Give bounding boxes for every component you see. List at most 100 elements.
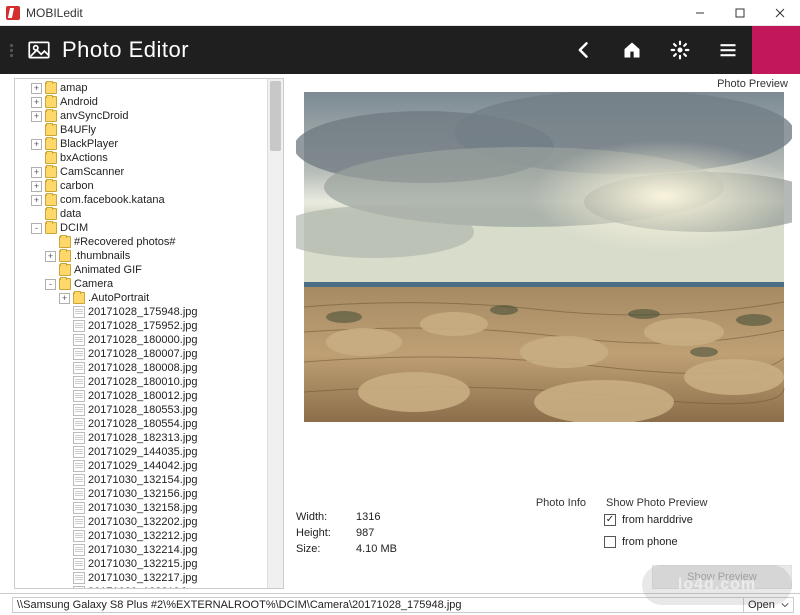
tree-label: DCIM	[60, 221, 88, 235]
file-item[interactable]: 20171028_182313.jpg	[17, 431, 267, 445]
expand-icon[interactable]: +	[31, 195, 42, 206]
expand-icon[interactable]: +	[31, 97, 42, 108]
file-icon	[73, 348, 85, 360]
preview-title: Photo Preview	[296, 78, 792, 92]
file-item[interactable]: 20171028_180008.jpg	[17, 361, 267, 375]
file-item[interactable]: 20171028_175952.jpg	[17, 319, 267, 333]
width-value: 1316	[356, 511, 380, 523]
folder-item[interactable]: + .thumbnails	[17, 249, 267, 263]
folder-item[interactable]: Animated GIF	[17, 263, 267, 277]
back-button[interactable]	[560, 26, 608, 74]
folder-item[interactable]: data	[17, 207, 267, 221]
tree-label: 20171030_132214.jpg	[88, 543, 198, 557]
settings-button[interactable]	[656, 26, 704, 74]
folder-item[interactable]: +Android	[17, 95, 267, 109]
chevron-down-icon	[781, 601, 789, 609]
file-item[interactable]: 20171028_180553.jpg	[17, 403, 267, 417]
folder-item[interactable]: + .AutoPortrait	[17, 291, 267, 305]
tree-label: .thumbnails	[74, 249, 130, 263]
file-item[interactable]: 20171028_180554.jpg	[17, 417, 267, 431]
expander-blank	[31, 153, 42, 164]
folder-icon	[45, 152, 57, 164]
folder-item[interactable]: -Camera	[17, 277, 267, 291]
folder-item[interactable]: +CamScanner	[17, 165, 267, 179]
file-item[interactable]: 20171030_132217.jpg	[17, 571, 267, 585]
file-item[interactable]: 20171028_175948.jpg	[17, 305, 267, 319]
from-phone-checkbox[interactable]: from phone	[604, 531, 792, 553]
minimize-button[interactable]	[680, 0, 720, 26]
folder-item[interactable]: #Recovered photos#	[17, 235, 267, 249]
folder-item[interactable]: +carbon	[17, 179, 267, 193]
tree-label: BlackPlayer	[60, 137, 118, 151]
file-item[interactable]: 20171030_132158.jpg	[17, 501, 267, 515]
menu-button[interactable]	[704, 26, 752, 74]
tree-label: #Recovered photos#	[74, 235, 176, 249]
file-item[interactable]: 20171030_132219.jpg	[17, 585, 267, 588]
expander-blank	[59, 419, 70, 430]
from-harddrive-checkbox[interactable]: ✓ from harddrive	[604, 509, 792, 531]
folder-icon	[59, 264, 71, 276]
file-item[interactable]: 20171030_132215.jpg	[17, 557, 267, 571]
status-path[interactable]: \\Samsung Galaxy S8 Plus #2\%EXTERNALROO…	[12, 597, 744, 613]
collapse-icon[interactable]: -	[45, 279, 56, 290]
expander-blank	[59, 363, 70, 374]
file-item[interactable]: 20171030_132202.jpg	[17, 515, 267, 529]
file-icon	[73, 320, 85, 332]
file-item[interactable]: 20171028_180010.jpg	[17, 375, 267, 389]
file-item[interactable]: 20171028_180012.jpg	[17, 389, 267, 403]
file-item[interactable]: 20171030_132212.jpg	[17, 529, 267, 543]
expander-blank	[59, 335, 70, 346]
file-item[interactable]: 20171030_132214.jpg	[17, 543, 267, 557]
folder-icon	[45, 124, 57, 136]
file-item[interactable]: 20171030_132154.jpg	[17, 473, 267, 487]
file-icon	[73, 446, 85, 458]
tree-label: .AutoPortrait	[88, 291, 149, 305]
folder-item[interactable]: + amap	[17, 81, 267, 95]
expander-blank	[59, 489, 70, 500]
height-value: 987	[356, 527, 374, 539]
folder-item[interactable]: - DCIM	[17, 221, 267, 235]
file-item[interactable]: 20171030_132156.jpg	[17, 487, 267, 501]
tree-scrollbar[interactable]	[267, 79, 283, 588]
tree-label: Animated GIF	[74, 263, 142, 277]
maximize-button[interactable]	[720, 0, 760, 26]
drag-handle-icon	[6, 44, 16, 57]
expander-blank	[59, 447, 70, 458]
file-icon	[73, 404, 85, 416]
expand-icon[interactable]: +	[31, 181, 42, 192]
folder-icon	[45, 110, 57, 122]
header-accent	[752, 26, 800, 74]
folder-tree[interactable]: +amap+Android+anvSyncDroidB4UFly+BlackPl…	[15, 79, 267, 588]
tree-label: 20171030_132202.jpg	[88, 515, 198, 529]
collapse-icon[interactable]: -	[31, 223, 42, 234]
window-title: MOBILedit	[26, 6, 83, 20]
from-phone-label: from phone	[622, 536, 678, 548]
folder-item[interactable]: bxActions	[17, 151, 267, 165]
file-item[interactable]: 20171029_144035.jpg	[17, 445, 267, 459]
expand-icon[interactable]: +	[31, 111, 42, 122]
file-item[interactable]: 20171028_180000.jpg	[17, 333, 267, 347]
checkbox-icon: ✓	[604, 514, 616, 526]
close-button[interactable]	[760, 0, 800, 26]
file-icon	[73, 502, 85, 514]
tree-label: amap	[60, 81, 88, 95]
folder-item[interactable]: + BlackPlayer	[17, 137, 267, 151]
folder-item[interactable]: +anvSyncDroid	[17, 109, 267, 123]
expand-icon[interactable]: +	[45, 251, 56, 262]
scrollbar-thumb[interactable]	[270, 81, 281, 151]
tree-label: 20171030_132217.jpg	[88, 571, 198, 585]
file-item[interactable]: 20171028_180007.jpg	[17, 347, 267, 361]
expand-icon[interactable]: +	[31, 167, 42, 178]
folder-icon	[59, 250, 71, 262]
show-preview-button[interactable]: Show Preview	[652, 565, 792, 589]
folder-item[interactable]: +com.facebook.katana	[17, 193, 267, 207]
file-item[interactable]: 20171029_144042.jpg	[17, 459, 267, 473]
size-label: Size:	[296, 543, 356, 555]
expand-icon[interactable]: +	[59, 293, 70, 304]
expander-blank	[45, 265, 56, 276]
expand-icon[interactable]: +	[31, 139, 42, 150]
expand-icon[interactable]: +	[31, 83, 42, 94]
home-button[interactable]	[608, 26, 656, 74]
folder-item[interactable]: B4UFly	[17, 123, 267, 137]
open-button[interactable]: Open	[744, 597, 794, 613]
